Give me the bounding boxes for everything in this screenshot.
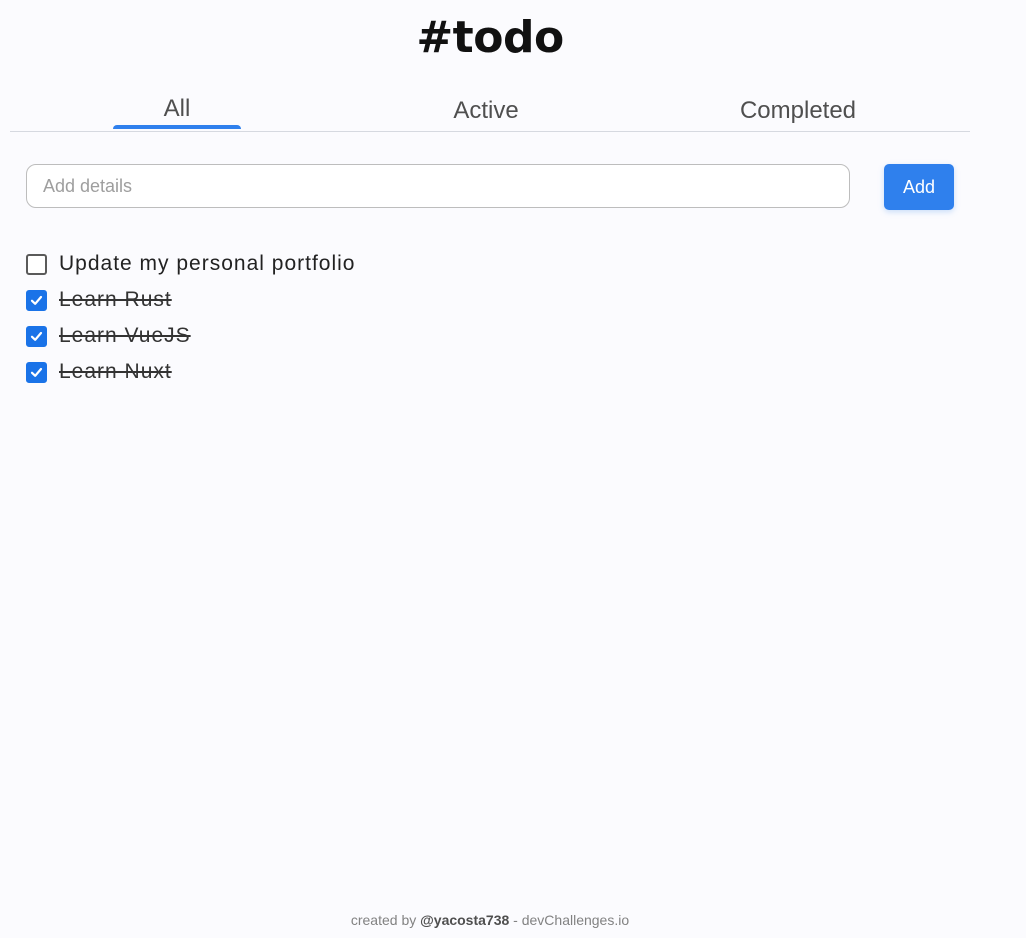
todo-label: Learn VueJS [59,324,191,347]
footer: created by @yacosta738 - devChallenges.i… [0,912,980,928]
todo-label: Learn Nuxt [59,360,172,383]
add-details-input[interactable] [26,164,850,208]
check-icon [30,367,43,377]
todo-checkbox[interactable] [26,289,47,311]
todo-label: Update my personal portfolio [59,252,356,275]
list-item: Update my personal portfolio [26,246,355,282]
todo-app: #todo All Active Completed Add Update my… [0,0,1026,938]
selected-tab-indicator [113,125,241,129]
tab-completed[interactable]: Completed [710,97,886,125]
footer-suffix: - devChallenges.io [509,912,630,928]
filter-tabs: All Active Completed [10,88,970,132]
tab-active[interactable]: Active [416,97,556,125]
todo-list: Update my personal portfolio Learn Rust … [26,246,355,390]
list-item: Learn VueJS [26,318,355,354]
todo-checkbox[interactable] [26,361,47,383]
app-title: #todo [416,12,564,63]
footer-prefix: created by [350,912,421,928]
todo-label: Learn Rust [59,288,172,311]
list-item: Learn Rust [26,282,355,318]
todo-checkbox[interactable] [26,253,47,275]
check-icon [30,295,43,305]
footer-author-link[interactable]: @yacosta738 [420,912,509,928]
todo-checkbox[interactable] [26,325,47,347]
check-icon [30,331,43,341]
tab-all[interactable]: All [113,95,241,123]
list-item: Learn Nuxt [26,354,355,390]
add-button[interactable]: Add [884,164,954,210]
